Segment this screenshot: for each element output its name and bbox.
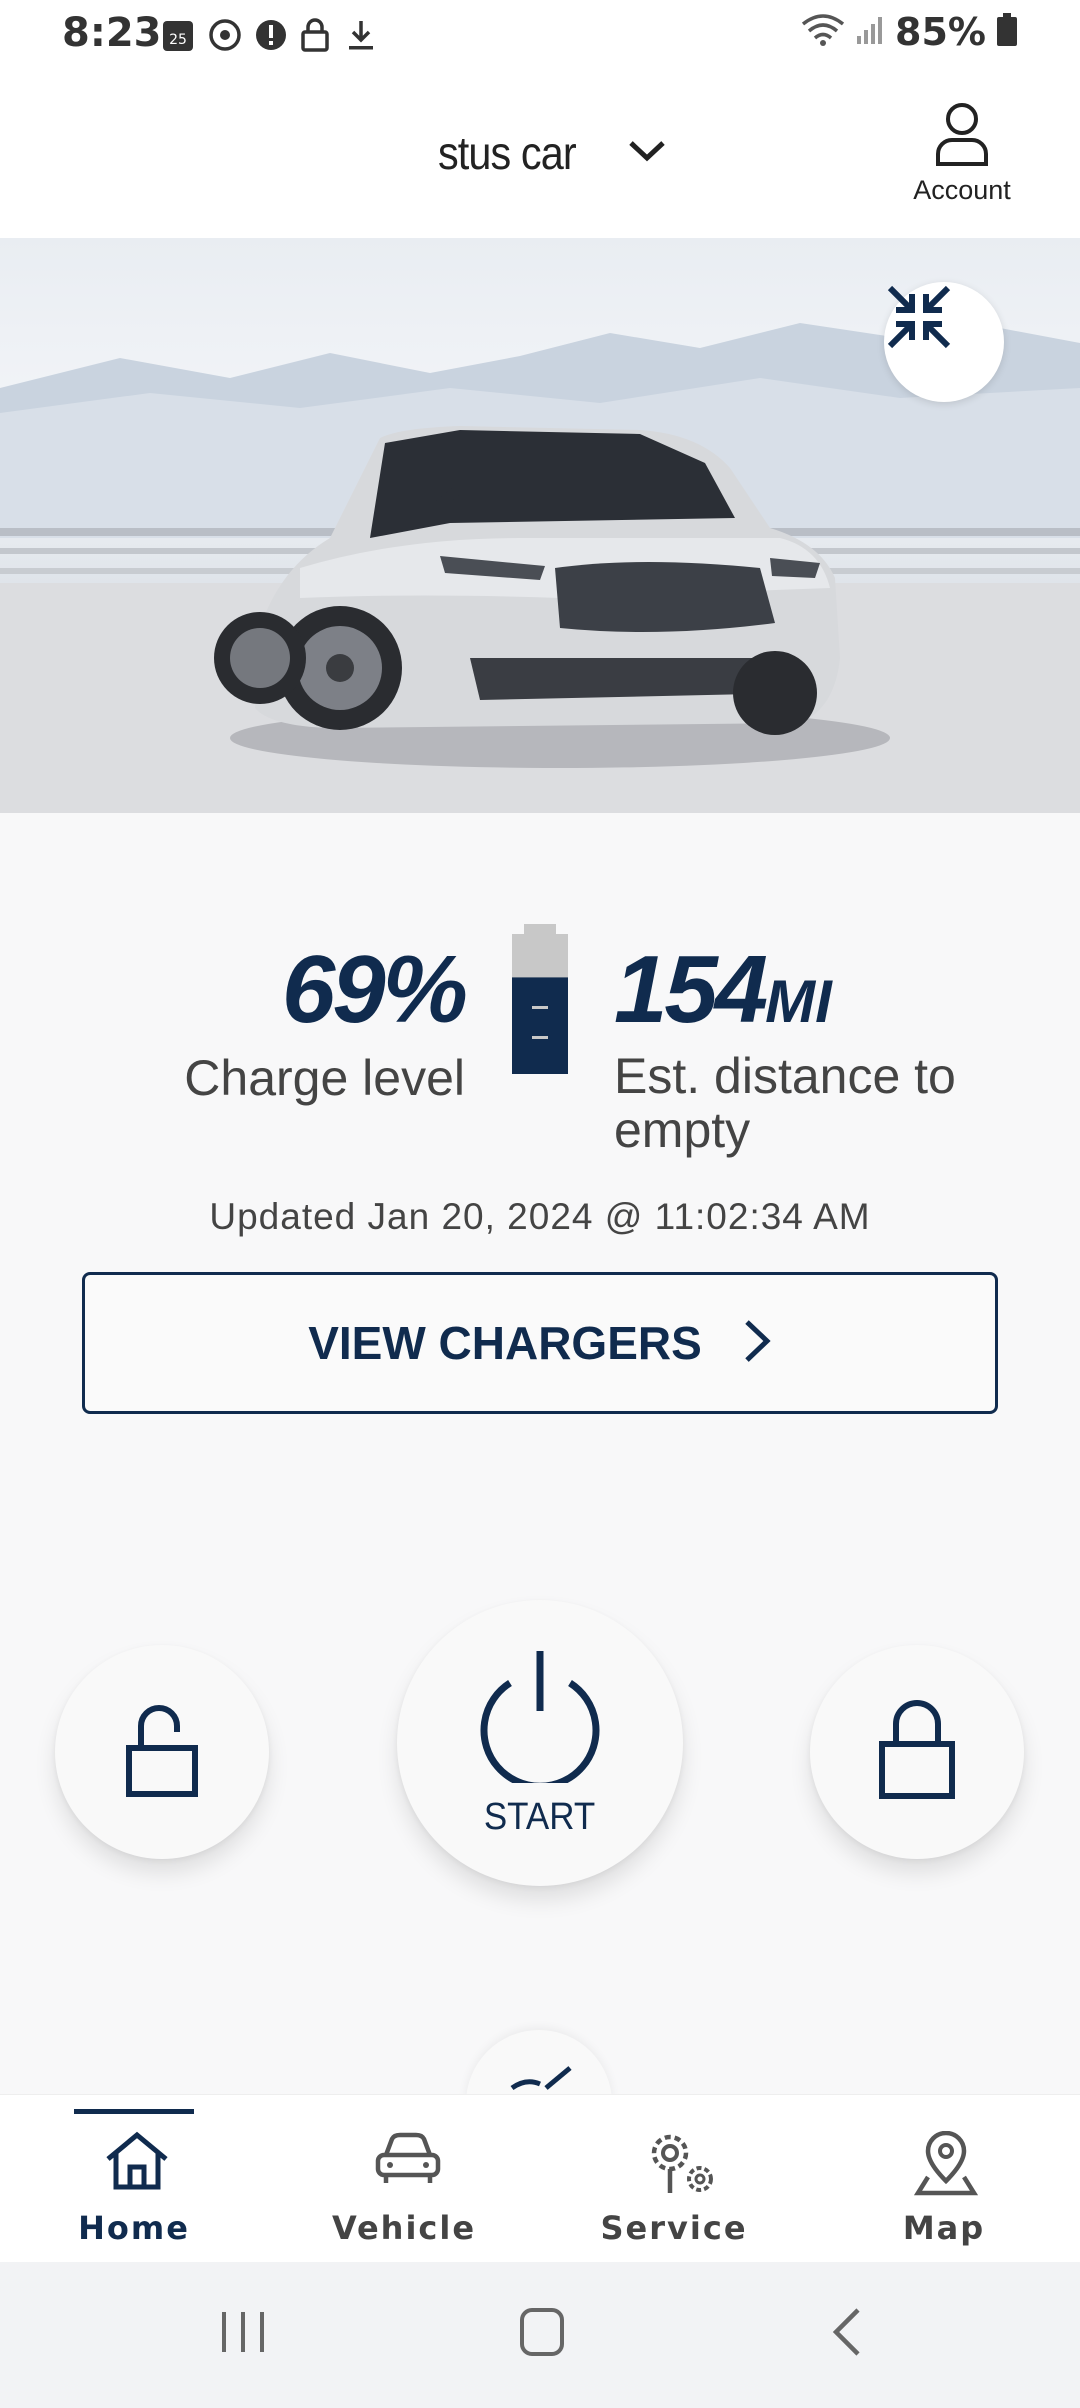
vehicle-name: stus car bbox=[438, 127, 577, 179]
remote-start-button[interactable]: START bbox=[397, 1600, 683, 1886]
battery-icon bbox=[996, 12, 1018, 52]
battery-level-icon bbox=[508, 924, 572, 1081]
vehicle-hero-image bbox=[0, 238, 1080, 813]
chevron-right-icon bbox=[742, 1318, 772, 1369]
app-screen: 8:23 25 85% stus car Account 69% Charge … bbox=[0, 0, 1080, 2408]
download-icon bbox=[346, 18, 378, 52]
view-chargers-button[interactable]: VIEW CHARGERS bbox=[82, 1272, 998, 1414]
nav-vehicle-label: Vehicle bbox=[331, 2209, 477, 2247]
start-label: START bbox=[484, 1796, 596, 1838]
app-header: stus car Account bbox=[0, 72, 1080, 238]
system-status-icons: 85% bbox=[801, 10, 1018, 54]
recent-apps-button[interactable] bbox=[220, 2306, 266, 2363]
lock-button[interactable] bbox=[810, 1645, 1024, 1859]
service-gear-icon bbox=[644, 2131, 718, 2202]
home-icon bbox=[104, 2131, 170, 2196]
charge-level-block: 69% Charge level bbox=[150, 935, 468, 1107]
car-icon bbox=[374, 2131, 442, 2192]
nav-service[interactable]: Service bbox=[574, 2095, 774, 2263]
range-unit: MI bbox=[765, 968, 832, 1035]
range-label: Est. distance to empty bbox=[614, 1048, 956, 1158]
vehicle-selector[interactable]: stus car bbox=[438, 126, 667, 180]
map-pin-icon bbox=[913, 2130, 979, 2202]
system-navigation-bar bbox=[0, 2262, 1080, 2408]
power-icon bbox=[478, 1647, 602, 1790]
chevron-down-icon bbox=[627, 138, 667, 169]
nav-map-label: Map bbox=[902, 2209, 986, 2247]
sync-icon bbox=[208, 18, 241, 52]
view-chargers-label: VIEW CHARGERS bbox=[308, 1317, 702, 1369]
bottom-navigation: Home Vehicle Service Map bbox=[0, 2094, 1080, 2262]
lock-icon bbox=[878, 1699, 956, 1805]
charge-level-label: Charge level bbox=[184, 1050, 465, 1106]
battery-fill bbox=[512, 977, 568, 1074]
range-value-line: 154MI bbox=[614, 935, 1034, 1045]
nav-home-label: Home bbox=[78, 2209, 190, 2247]
nav-service-label: Service bbox=[600, 2209, 748, 2247]
status-time: 8:23 bbox=[62, 10, 162, 56]
range-value: 154 bbox=[614, 936, 768, 1043]
account-button[interactable]: Account bbox=[898, 102, 1026, 206]
account-label: Account bbox=[913, 175, 1011, 205]
status-bar: 8:23 25 85% bbox=[0, 0, 1080, 72]
collapse-view-button[interactable] bbox=[884, 282, 1004, 402]
back-button[interactable] bbox=[830, 2306, 864, 2363]
home-system-button[interactable] bbox=[518, 2306, 566, 2363]
svg-text:25: 25 bbox=[169, 32, 187, 48]
charge-level-value: 69% bbox=[281, 936, 468, 1043]
battery-percent: 85% bbox=[895, 10, 986, 54]
range-block: 154MI Est. distance to empty bbox=[614, 935, 1034, 1157]
lock-status-icon bbox=[300, 18, 332, 52]
nav-vehicle[interactable]: Vehicle bbox=[304, 2095, 504, 2263]
signal-icon bbox=[855, 14, 885, 51]
unlock-button[interactable] bbox=[55, 1645, 269, 1859]
nav-map[interactable]: Map bbox=[844, 2095, 1044, 2263]
user-icon bbox=[932, 103, 992, 172]
nav-home[interactable]: Home bbox=[34, 2095, 234, 2263]
unlock-icon bbox=[125, 1702, 199, 1803]
notification-icons: 25 bbox=[162, 18, 378, 52]
alert-icon bbox=[254, 18, 286, 52]
wifi-icon bbox=[801, 12, 845, 53]
updated-timestamp: Updated Jan 20, 2024 @ 11:02:34 AM bbox=[209, 1196, 871, 1237]
calendar-icon: 25 bbox=[162, 18, 194, 52]
active-tab-indicator bbox=[74, 2109, 194, 2114]
